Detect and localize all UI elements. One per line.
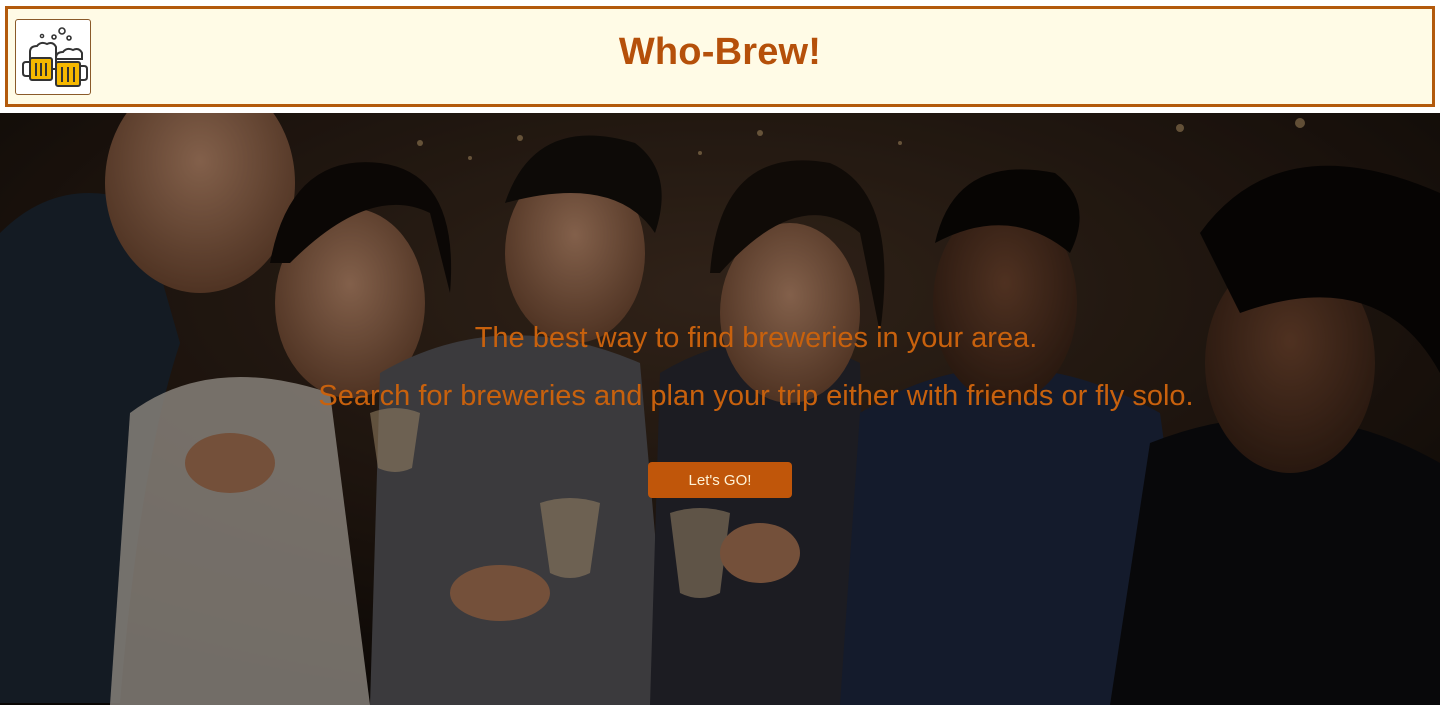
- lets-go-button[interactable]: Let's GO!: [648, 462, 792, 498]
- landing-page: Who-Brew! The best way to find breweries…: [0, 0, 1440, 705]
- hero-tagline-secondary: Search for breweries and plan your trip …: [318, 380, 1194, 412]
- site-header: Who-Brew!: [5, 6, 1435, 107]
- hero-tagline-primary: The best way to find breweries in your a…: [474, 322, 1038, 354]
- site-title: Who-Brew!: [618, 31, 822, 73]
- hero-section: The best way to find breweries in your a…: [0, 113, 1440, 705]
